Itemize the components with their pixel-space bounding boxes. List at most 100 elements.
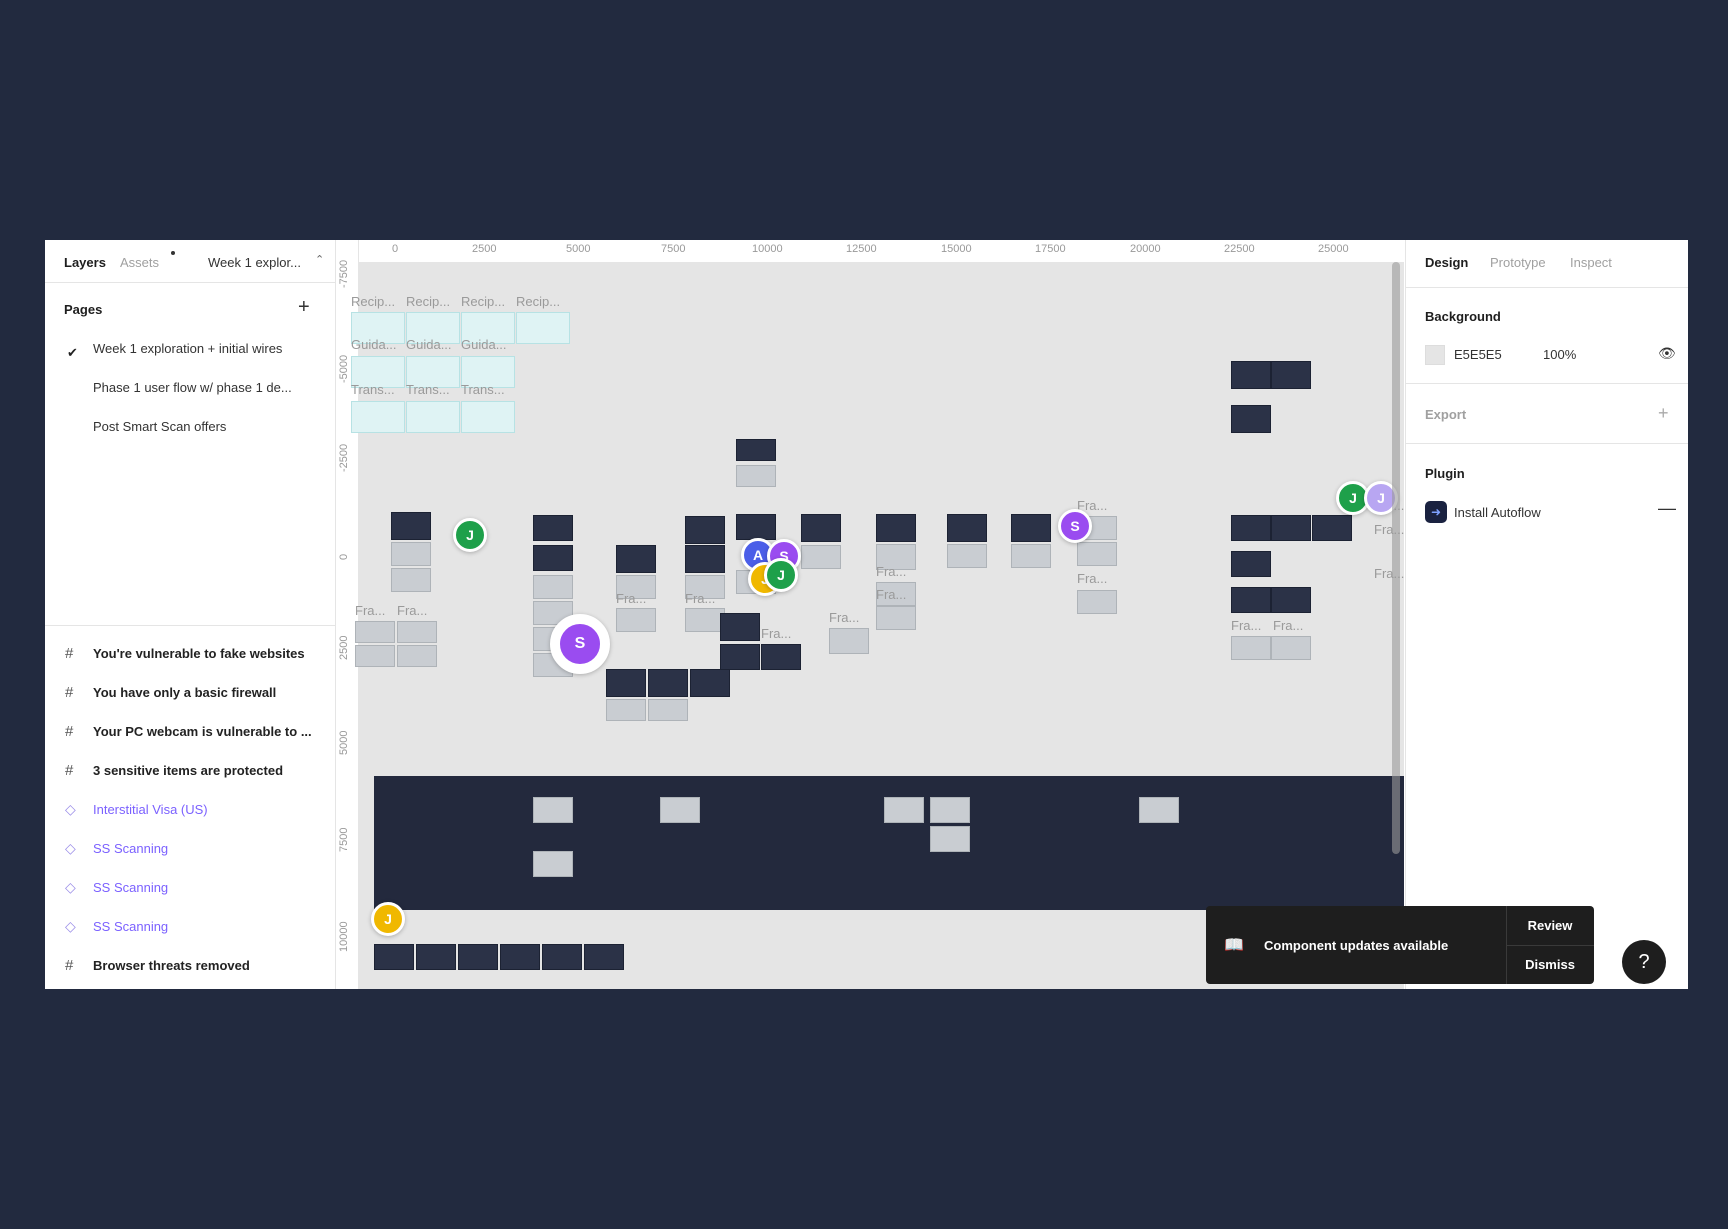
canvas-frame[interactable] bbox=[690, 669, 730, 697]
background-opacity-input[interactable]: 100% bbox=[1543, 347, 1576, 362]
layer-item[interactable]: ◇ SS Scanning bbox=[45, 908, 335, 946]
canvas-frame[interactable] bbox=[374, 944, 414, 970]
canvas-frame[interactable] bbox=[1011, 514, 1051, 542]
avatar-s-purple[interactable]: S bbox=[1058, 509, 1092, 543]
canvas-frame[interactable] bbox=[406, 401, 460, 433]
canvas-frame[interactable] bbox=[542, 944, 582, 970]
canvas-frame[interactable] bbox=[458, 944, 498, 970]
canvas-frame[interactable] bbox=[829, 628, 869, 654]
layer-item[interactable]: # You're vulnerable to fake websites bbox=[45, 635, 335, 673]
canvas-frame[interactable] bbox=[1271, 587, 1311, 613]
canvas-frame[interactable] bbox=[516, 312, 570, 344]
canvas-frame[interactable] bbox=[947, 514, 987, 542]
page-item-week1[interactable]: Week 1 exploration + initial wires bbox=[93, 341, 282, 356]
avatar-s-purple[interactable]: S bbox=[550, 614, 610, 674]
canvas-frame[interactable] bbox=[461, 401, 515, 433]
canvas-frame[interactable] bbox=[1231, 515, 1271, 541]
page-selector[interactable]: Week 1 explor... bbox=[208, 255, 301, 270]
help-button[interactable]: ? bbox=[1622, 940, 1666, 984]
canvas-frame[interactable] bbox=[1011, 544, 1051, 568]
canvas-frame[interactable] bbox=[1077, 542, 1117, 566]
tab-prototype[interactable]: Prototype bbox=[1490, 255, 1546, 270]
canvas-frame[interactable] bbox=[1312, 515, 1352, 541]
tab-assets[interactable]: Assets bbox=[120, 255, 159, 270]
canvas-frame[interactable] bbox=[947, 544, 987, 568]
canvas-frame[interactable] bbox=[736, 514, 776, 540]
canvas-frame[interactable] bbox=[1231, 405, 1271, 433]
canvas-frame[interactable] bbox=[584, 944, 624, 970]
dismiss-button[interactable]: Dismiss bbox=[1506, 957, 1594, 972]
canvas-frame[interactable] bbox=[1231, 636, 1271, 660]
tab-inspect[interactable]: Inspect bbox=[1570, 255, 1612, 270]
canvas-frame[interactable] bbox=[930, 826, 970, 852]
background-hex-input[interactable]: E5E5E5 bbox=[1454, 347, 1502, 362]
background-color-swatch[interactable] bbox=[1425, 345, 1445, 365]
canvas-frame[interactable] bbox=[500, 944, 540, 970]
canvas-frame[interactable] bbox=[391, 512, 431, 540]
layer-item[interactable]: ◇ SS Scanning bbox=[45, 830, 335, 868]
canvas-frame[interactable] bbox=[1271, 515, 1311, 541]
layer-item[interactable]: # 3 sensitive items are protected bbox=[45, 752, 335, 790]
canvas-vertical-scrollbar[interactable] bbox=[1392, 262, 1400, 854]
canvas-frame[interactable] bbox=[351, 401, 405, 433]
canvas-frame[interactable] bbox=[648, 699, 688, 721]
avatar-j-green[interactable]: J bbox=[764, 558, 798, 592]
canvas-frame[interactable] bbox=[876, 606, 916, 630]
layer-item[interactable]: # Your PC webcam is vulnerable to ... bbox=[45, 713, 335, 751]
canvas-frame[interactable] bbox=[801, 514, 841, 542]
canvas-frame[interactable] bbox=[685, 545, 725, 573]
add-page-icon[interactable]: + bbox=[298, 296, 310, 319]
visibility-eye-icon[interactable]: 👁 bbox=[1658, 345, 1676, 362]
canvas-frame[interactable] bbox=[876, 514, 916, 542]
canvas-frame[interactable] bbox=[397, 645, 437, 667]
canvas-frame[interactable] bbox=[720, 644, 760, 670]
canvas-frame[interactable] bbox=[1231, 361, 1271, 389]
canvas-frame[interactable] bbox=[355, 645, 395, 667]
canvas-frame[interactable] bbox=[1077, 590, 1117, 614]
canvas-frame[interactable] bbox=[397, 621, 437, 643]
canvas-frame[interactable] bbox=[685, 516, 725, 544]
remove-plugin-icon[interactable]: — bbox=[1658, 498, 1676, 519]
canvas-frame[interactable] bbox=[1271, 361, 1311, 389]
canvas-frame[interactable] bbox=[533, 851, 573, 877]
canvas-frame[interactable] bbox=[761, 644, 801, 670]
canvas-frame[interactable] bbox=[616, 608, 656, 632]
page-item-post-smart-scan[interactable]: Post Smart Scan offers bbox=[93, 419, 226, 434]
avatar-j-yellow[interactable]: J bbox=[371, 902, 405, 936]
tab-design[interactable]: Design bbox=[1425, 255, 1468, 270]
canvas-frame[interactable] bbox=[648, 669, 688, 697]
canvas-frame[interactable] bbox=[355, 621, 395, 643]
canvas-frame[interactable] bbox=[1231, 587, 1271, 613]
canvas-frame[interactable] bbox=[1271, 636, 1311, 660]
canvas-frame[interactable] bbox=[660, 797, 700, 823]
canvas-frame[interactable] bbox=[606, 669, 646, 697]
canvas-frame[interactable] bbox=[736, 465, 776, 487]
tab-layers[interactable]: Layers bbox=[64, 255, 106, 270]
design-canvas[interactable]: 0 2500 5000 7500 10000 12500 15000 17500… bbox=[336, 240, 1404, 989]
chevron-up-icon[interactable]: ⌃ bbox=[315, 253, 324, 266]
canvas-frame[interactable] bbox=[685, 608, 725, 632]
canvas-frame[interactable] bbox=[533, 797, 573, 823]
canvas-frame[interactable] bbox=[606, 699, 646, 721]
canvas-frame[interactable] bbox=[416, 944, 456, 970]
canvas-frame[interactable] bbox=[533, 575, 573, 599]
canvas-frame[interactable] bbox=[884, 797, 924, 823]
canvas-frame[interactable] bbox=[720, 613, 760, 641]
canvas-frame[interactable] bbox=[801, 545, 841, 569]
canvas-frame[interactable] bbox=[930, 797, 970, 823]
canvas-frame[interactable] bbox=[1231, 551, 1271, 577]
avatar-j-green[interactable]: J bbox=[453, 518, 487, 552]
canvas-frame[interactable] bbox=[391, 568, 431, 592]
review-button[interactable]: Review bbox=[1506, 918, 1594, 933]
plugin-name[interactable]: Install Autoflow bbox=[1454, 505, 1541, 520]
canvas-frame[interactable] bbox=[1139, 797, 1179, 823]
layer-item[interactable]: ◇ Interstitial Visa (US) bbox=[45, 791, 335, 829]
canvas-frame[interactable] bbox=[616, 545, 656, 573]
layer-item[interactable]: # Browser threats removed bbox=[45, 947, 335, 985]
canvas-frame[interactable] bbox=[391, 542, 431, 566]
canvas-frame[interactable] bbox=[533, 515, 573, 541]
page-item-phase1[interactable]: Phase 1 user flow w/ phase 1 de... bbox=[93, 380, 292, 395]
canvas-frame[interactable] bbox=[533, 545, 573, 571]
layer-item[interactable]: ◇ SS Scanning bbox=[45, 869, 335, 907]
layer-item[interactable]: # You have only a basic firewall bbox=[45, 674, 335, 712]
